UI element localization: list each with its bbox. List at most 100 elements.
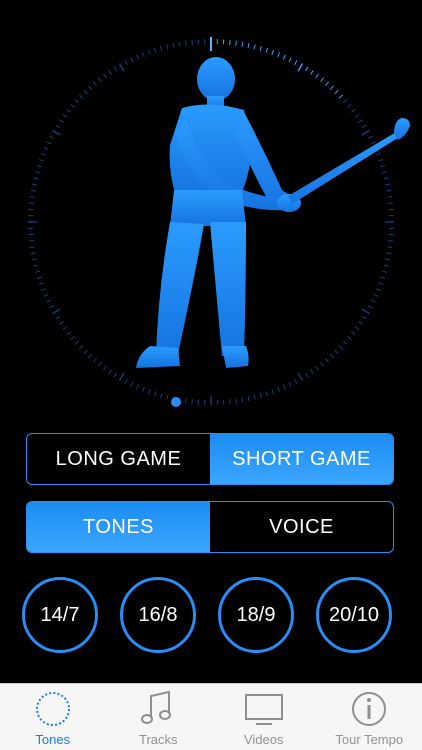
dial-position-dot[interactable] xyxy=(171,397,181,407)
dial-tick xyxy=(66,108,72,113)
dial-tick xyxy=(147,389,151,395)
dial-tick xyxy=(33,264,39,267)
dial-tick xyxy=(315,365,319,371)
dial-tick xyxy=(160,392,163,399)
dial-tick xyxy=(49,305,55,309)
dial-tick xyxy=(358,321,363,325)
dial-tick xyxy=(55,124,61,129)
tab-tracks[interactable]: Tracks xyxy=(106,684,212,750)
dial-tick xyxy=(386,252,392,255)
dial-tick xyxy=(387,240,394,242)
dial-tick xyxy=(350,108,356,113)
dial-tick xyxy=(338,345,343,350)
dial-tick xyxy=(97,361,102,367)
tab-tracks-label: Tracks xyxy=(138,732,178,747)
dial-tick xyxy=(103,73,107,79)
preset-20-10-button[interactable]: 20/10 xyxy=(316,577,392,653)
dial-tick xyxy=(153,391,157,397)
dial-tick xyxy=(55,315,61,320)
dial-tick xyxy=(383,264,389,267)
dial-tick xyxy=(83,90,88,95)
dial-tick xyxy=(385,183,391,186)
dial-tick xyxy=(288,57,292,63)
dial-tick xyxy=(141,386,145,392)
short-game-option[interactable]: SHORT GAME xyxy=(210,434,393,484)
dial-tick xyxy=(354,114,360,118)
dial-tick xyxy=(370,299,376,303)
dial-tick xyxy=(294,378,298,384)
dial-tick xyxy=(79,345,84,350)
dial-tick xyxy=(235,40,237,46)
dial-tick xyxy=(380,164,386,168)
dial-tick xyxy=(136,54,140,60)
dial-tick xyxy=(294,60,298,66)
dial-tick xyxy=(41,152,47,156)
dial-tick xyxy=(43,293,49,297)
dial-tick xyxy=(259,45,262,52)
tones-option[interactable]: TONES xyxy=(27,502,210,552)
dial-tick xyxy=(367,135,373,139)
dial-tick xyxy=(329,353,334,359)
dial-tick xyxy=(141,52,145,58)
tab-tones[interactable]: Tones xyxy=(0,684,106,750)
dial-tick xyxy=(130,381,134,387)
dial-tick xyxy=(241,397,244,403)
long-game-option[interactable]: LONG GAME xyxy=(27,434,210,484)
dial-tick xyxy=(185,40,187,46)
dial-tick xyxy=(334,349,339,354)
dial-tick xyxy=(160,45,163,52)
dial-tick xyxy=(130,57,134,63)
game-mode-segmented-control: LONG GAME SHORT GAME xyxy=(26,433,394,485)
dial-tick xyxy=(28,202,35,204)
dial-tick xyxy=(79,94,84,99)
dial-tick xyxy=(92,81,97,86)
dial-tick xyxy=(52,308,61,315)
dial-tick xyxy=(329,85,334,91)
dial-tick xyxy=(375,288,381,292)
tab-tour-tempo[interactable]: Tour Tempo xyxy=(317,684,422,750)
dial-tick xyxy=(191,39,193,46)
dial-tick xyxy=(304,372,309,378)
dial-tick xyxy=(34,171,41,174)
dial-tick xyxy=(265,47,269,53)
dial-tick xyxy=(88,85,93,91)
dial-tick xyxy=(92,358,97,363)
dial-tick xyxy=(320,77,325,83)
dial-tick xyxy=(83,349,88,354)
dial-tick xyxy=(166,394,169,400)
preset-18-9-button[interactable]: 18/9 xyxy=(218,577,294,653)
dial-tick xyxy=(88,353,93,359)
dial-tick xyxy=(277,386,281,392)
tab-tour-tempo-label: Tour Tempo xyxy=(335,732,404,747)
dial-tick xyxy=(70,103,75,108)
dial-tick xyxy=(310,369,314,374)
tab-videos-label: Videos xyxy=(243,732,284,747)
voice-option[interactable]: VOICE xyxy=(210,502,393,552)
dial-tick xyxy=(124,378,128,384)
dial-tick xyxy=(229,39,231,46)
dial-tick xyxy=(46,299,52,303)
dial-tick xyxy=(350,331,356,336)
dial-tick xyxy=(247,42,250,48)
dial-tick xyxy=(36,276,42,280)
dial-tick xyxy=(253,394,256,400)
dial-icon xyxy=(35,692,70,726)
dial-tick xyxy=(241,41,244,47)
dial-tick xyxy=(59,321,64,325)
tab-videos[interactable]: Videos xyxy=(211,684,317,750)
dial-tick xyxy=(108,369,112,374)
dial-tick xyxy=(342,340,348,345)
preset-16-8-button[interactable]: 16/8 xyxy=(120,577,196,653)
dial-tick xyxy=(30,252,36,255)
dial-tick xyxy=(113,66,118,72)
dial-tick xyxy=(370,141,376,145)
preset-14-7-button[interactable]: 14/7 xyxy=(22,577,98,653)
dial-tick xyxy=(153,47,157,53)
dial-tick xyxy=(310,70,314,75)
dial-tick xyxy=(386,189,392,192)
dial-tick xyxy=(62,326,68,330)
dial-tick xyxy=(31,183,37,186)
dial-tick xyxy=(297,372,304,381)
dial-tick xyxy=(361,308,370,315)
dial-tick xyxy=(118,63,125,72)
